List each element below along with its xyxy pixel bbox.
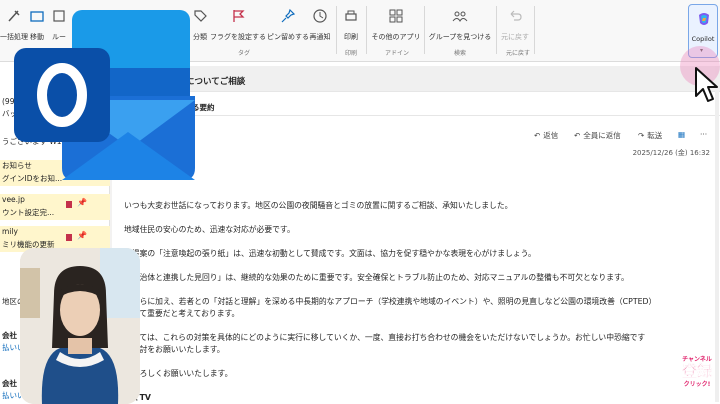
- pin-icon[interactable]: 📌: [77, 231, 87, 240]
- body-line: ぞよろしくお願いいたします。: [124, 369, 233, 378]
- body-line: 「自治体と連携した見回り」は、継続的な効果のために重要です。安全確保とトラブル防…: [124, 273, 629, 282]
- reply-all-icon: ↶: [574, 131, 581, 140]
- copilot-icon: [696, 11, 712, 31]
- pin-icon: [278, 6, 298, 26]
- forward-button[interactable]: ↷ 転送: [638, 130, 662, 141]
- grid-view-icon[interactable]: ▦: [678, 130, 685, 139]
- flag-icon[interactable]: [66, 201, 72, 208]
- more-options-icon[interactable]: ···: [700, 130, 707, 139]
- body-line: 行して重要だと考えております。: [124, 309, 240, 318]
- list-item[interactable]: vee.jp: [0, 194, 110, 207]
- clock-icon: [310, 6, 330, 26]
- flag-icon: [228, 6, 248, 26]
- body-line: いつも大変お世話になっております。地区の公園の夜間騒音とゴミの放置に関するご相談…: [124, 201, 513, 210]
- undo-icon: [505, 6, 525, 26]
- snooze-button[interactable]: 再通知: [308, 0, 332, 62]
- reply-button[interactable]: ↶ 返信: [534, 130, 558, 141]
- webcam-overlay: [20, 248, 140, 404]
- message-subject: 区の課題についてご相談: [112, 66, 720, 92]
- body-line: 地域住民の安心のため、迅速な対応が必要です。: [124, 225, 295, 234]
- list-item[interactable]: ウント設定完...: [0, 207, 110, 220]
- outlook-logo: [10, 8, 200, 183]
- printer-icon: [341, 6, 361, 26]
- reply-icon: ↶: [534, 131, 541, 140]
- reading-pane: 区の課題についてご相談 る要約 ↶ 返信 ↶ 全員に返信 ↷ 転送 ▦ ··· 202…: [112, 62, 720, 404]
- apps-grid-icon: [386, 6, 406, 26]
- summary-header[interactable]: る要約: [112, 94, 720, 116]
- body-line: わくTV: [124, 392, 714, 404]
- pin-icon[interactable]: 📌: [77, 198, 87, 207]
- message-date: 2025/12/26 (金) 16:32: [632, 149, 710, 157]
- body-line: ましては、これらの対策を具体的にどのように実行に移していくか、一度、直接お打ち合…: [124, 333, 646, 342]
- people-group-icon: [450, 6, 470, 26]
- forward-icon: ↷: [638, 131, 645, 140]
- body-line: ご提案の「注意喚起の張り紙」は、迅速な初動として賛成です。文面は、協力を促す穏や…: [124, 249, 536, 258]
- pin-button[interactable]: ピン留めする: [267, 0, 309, 62]
- body-line: ご検討をお願いいたします。: [124, 345, 225, 354]
- scrollbar[interactable]: [715, 66, 719, 402]
- flag-icon[interactable]: [66, 234, 72, 241]
- list-item[interactable]: mily: [0, 226, 110, 239]
- mouse-cursor-icon: [694, 66, 720, 108]
- outlook-window: { "ribbon": { "items": [ {"label": "一括処理…: [0, 0, 720, 404]
- body-line: これらに加え、若者との「対話と理解」を深める中長期的なアプローチ（学校連携や地域…: [124, 297, 657, 306]
- reply-all-button[interactable]: ↶ 全員に返信: [574, 130, 621, 141]
- subscribe-badge[interactable]: チャンネル 登録 クリック!: [676, 354, 718, 402]
